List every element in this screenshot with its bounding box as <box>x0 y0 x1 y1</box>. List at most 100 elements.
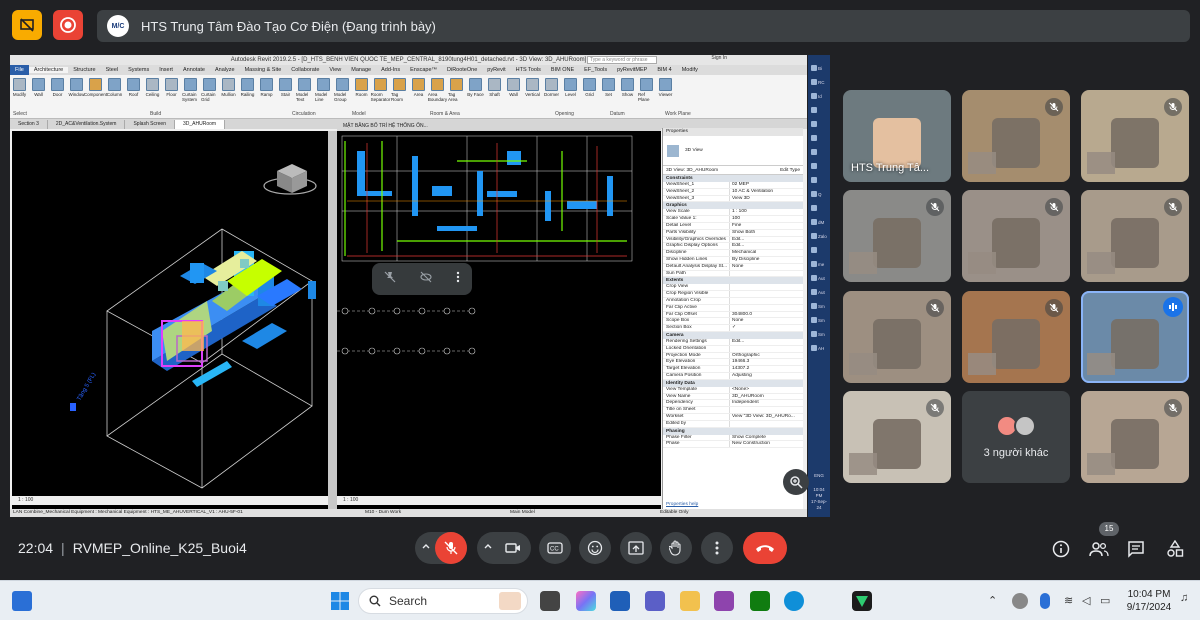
microphone-tray-icon[interactable] <box>1040 593 1050 609</box>
property-value[interactable]: 1 : 100 <box>729 209 803 216</box>
mic-options-chevron-icon[interactable] <box>421 541 431 554</box>
participant-tile[interactable] <box>1081 391 1189 483</box>
ribbon-tab[interactable]: HTS Tools <box>511 67 546 73</box>
properties-help-link[interactable]: Properties help <box>666 502 698 507</box>
property-value[interactable] <box>729 420 803 427</box>
properties-row[interactable]: Parts Visibility Show Both <box>663 229 803 237</box>
participant-tile[interactable]: HTS Trung Tâ... <box>843 90 951 182</box>
activities-button[interactable] <box>1164 538 1186 560</box>
properties-row[interactable]: View Scale 1 : 100 <box>663 209 803 217</box>
captions-button[interactable]: CC <box>539 532 571 564</box>
ribbon-tab[interactable]: Systems <box>123 67 154 73</box>
properties-row[interactable]: Phase Filter Show Complete <box>663 434 803 442</box>
revit-workset[interactable]: M10 - Dum Work <box>365 509 401 517</box>
properties-row[interactable]: Detail Level Fine <box>663 222 803 230</box>
properties-section[interactable]: Camera <box>663 331 803 339</box>
view-tab[interactable]: 3D_AHURoom <box>174 120 226 129</box>
more-options-button[interactable] <box>701 532 733 564</box>
edge-icon[interactable] <box>784 591 804 611</box>
properties-row[interactable]: Show Hidden Lines By Discipline <box>663 256 803 264</box>
property-value[interactable]: 100 <box>729 216 803 222</box>
copilot-icon[interactable] <box>576 591 596 611</box>
property-value[interactable]: Orthographic <box>729 352 803 359</box>
properties-row[interactable]: ViewSheet_2 10 AC & Ventilation <box>663 188 803 196</box>
battery-icon[interactable]: ▭ <box>1100 594 1110 607</box>
property-value[interactable]: Fine <box>729 222 803 229</box>
properties-row[interactable]: Title on Sheet <box>663 407 803 414</box>
ribbon-tab[interactable]: Enscape™ <box>405 67 442 73</box>
ribbon-tab[interactable]: Manage <box>346 67 376 73</box>
view-tab[interactable]: 2D_AC&Ventilation.System <box>48 120 126 129</box>
property-value[interactable]: Show Both <box>729 229 803 236</box>
ribbon-tab[interactable]: Insert <box>154 67 178 73</box>
ribbon-tab[interactable]: BIM 4 <box>652 67 676 73</box>
teams-icon[interactable] <box>645 591 665 611</box>
property-value[interactable] <box>729 407 803 413</box>
hide-tile-icon[interactable] <box>420 270 432 288</box>
zoom-button[interactable] <box>783 469 809 495</box>
ribbon-tab[interactable]: Analyze <box>210 67 240 73</box>
properties-row[interactable]: Phase New Construction <box>663 441 803 449</box>
property-value[interactable]: Edit... <box>729 243 803 250</box>
ribbon-tab[interactable]: Architecture <box>28 67 69 73</box>
raise-hand-button[interactable] <box>660 532 692 564</box>
property-value[interactable] <box>729 291 803 297</box>
tray-chevron-up-icon[interactable]: ⌃ <box>988 594 997 607</box>
property-value[interactable]: Edit... <box>729 236 803 243</box>
ribbon-tab[interactable]: View <box>324 67 346 73</box>
mic-off-button[interactable] <box>435 532 467 564</box>
properties-row[interactable]: Camera Position Adjusting <box>663 372 803 380</box>
properties-row[interactable]: Discipline Mechanical <box>663 250 803 257</box>
properties-row[interactable]: Section Box ✓ <box>663 325 803 332</box>
properties-row[interactable]: Scope Box None <box>663 318 803 326</box>
ribbon-tab[interactable]: Add-Ins <box>376 67 405 73</box>
property-value[interactable]: <None> <box>729 386 803 393</box>
properties-section[interactable]: Extents <box>663 277 803 285</box>
file-explorer-icon[interactable] <box>680 591 700 611</box>
properties-row[interactable]: Crop View <box>663 284 803 292</box>
property-value[interactable]: Independent <box>729 400 803 407</box>
revit-editable-only[interactable]: Editable Only <box>660 509 689 517</box>
edit-type-button[interactable]: Edit Type <box>780 168 800 173</box>
revit-main-model[interactable]: Main Model <box>510 509 535 517</box>
taskbar-clock[interactable]: 10:04 PM 9/17/2024 <box>1121 588 1177 614</box>
property-value[interactable]: 02 MEP <box>729 182 803 188</box>
properties-section[interactable]: Identity Data <box>663 379 803 387</box>
property-value[interactable]: Mechanical <box>729 250 803 256</box>
property-value[interactable]: ✓ <box>729 325 803 331</box>
participant-tile[interactable] <box>962 291 1070 383</box>
ribbon-tab[interactable]: Collaborate <box>286 67 324 73</box>
properties-row[interactable]: Annotation Crop <box>663 297 803 305</box>
properties-section[interactable]: Graphics <box>663 202 803 210</box>
ribbon-tab[interactable]: Structure <box>68 67 100 73</box>
task-view-icon[interactable] <box>540 591 560 611</box>
participant-tile[interactable] <box>1081 190 1189 282</box>
participant-tile[interactable] <box>843 291 951 383</box>
camera-button[interactable] <box>505 541 521 560</box>
properties-row[interactable]: Crop Region Visible <box>663 291 803 298</box>
app-icon[interactable] <box>714 591 734 611</box>
present-button[interactable] <box>620 532 652 564</box>
widgets-icon[interactable] <box>12 591 32 611</box>
property-value[interactable]: 19466.3 <box>729 359 803 366</box>
view-tab[interactable]: Splash Screen <box>125 120 175 129</box>
ribbon-tab[interactable]: BIM ONE <box>546 67 579 73</box>
ribbon-tab[interactable]: Modify <box>677 67 703 73</box>
property-value[interactable]: None <box>729 318 803 325</box>
properties-row[interactable]: ViewSheet_3 View 3D <box>663 195 803 203</box>
app-active-icon[interactable] <box>852 591 872 611</box>
property-value[interactable]: 10 AC & Ventilation <box>729 188 803 195</box>
properties-row[interactable]: Far Clip Offset 304800.0 <box>663 311 803 319</box>
view-tab[interactable]: Section 3 <box>10 120 48 129</box>
property-value[interactable] <box>729 345 803 352</box>
property-value[interactable]: 3D_AHURoom <box>729 393 803 400</box>
property-value[interactable]: View 3D <box>729 195 803 202</box>
chat-button[interactable] <box>1125 538 1147 560</box>
volume-icon[interactable]: ◁ <box>1082 594 1090 607</box>
properties-section[interactable]: Phasing <box>663 427 803 435</box>
start-button[interactable] <box>330 591 350 611</box>
property-value[interactable] <box>729 304 803 311</box>
property-value[interactable] <box>729 270 803 277</box>
property-value[interactable]: Adjusting <box>729 372 803 379</box>
cloud-icon[interactable] <box>1012 593 1028 609</box>
